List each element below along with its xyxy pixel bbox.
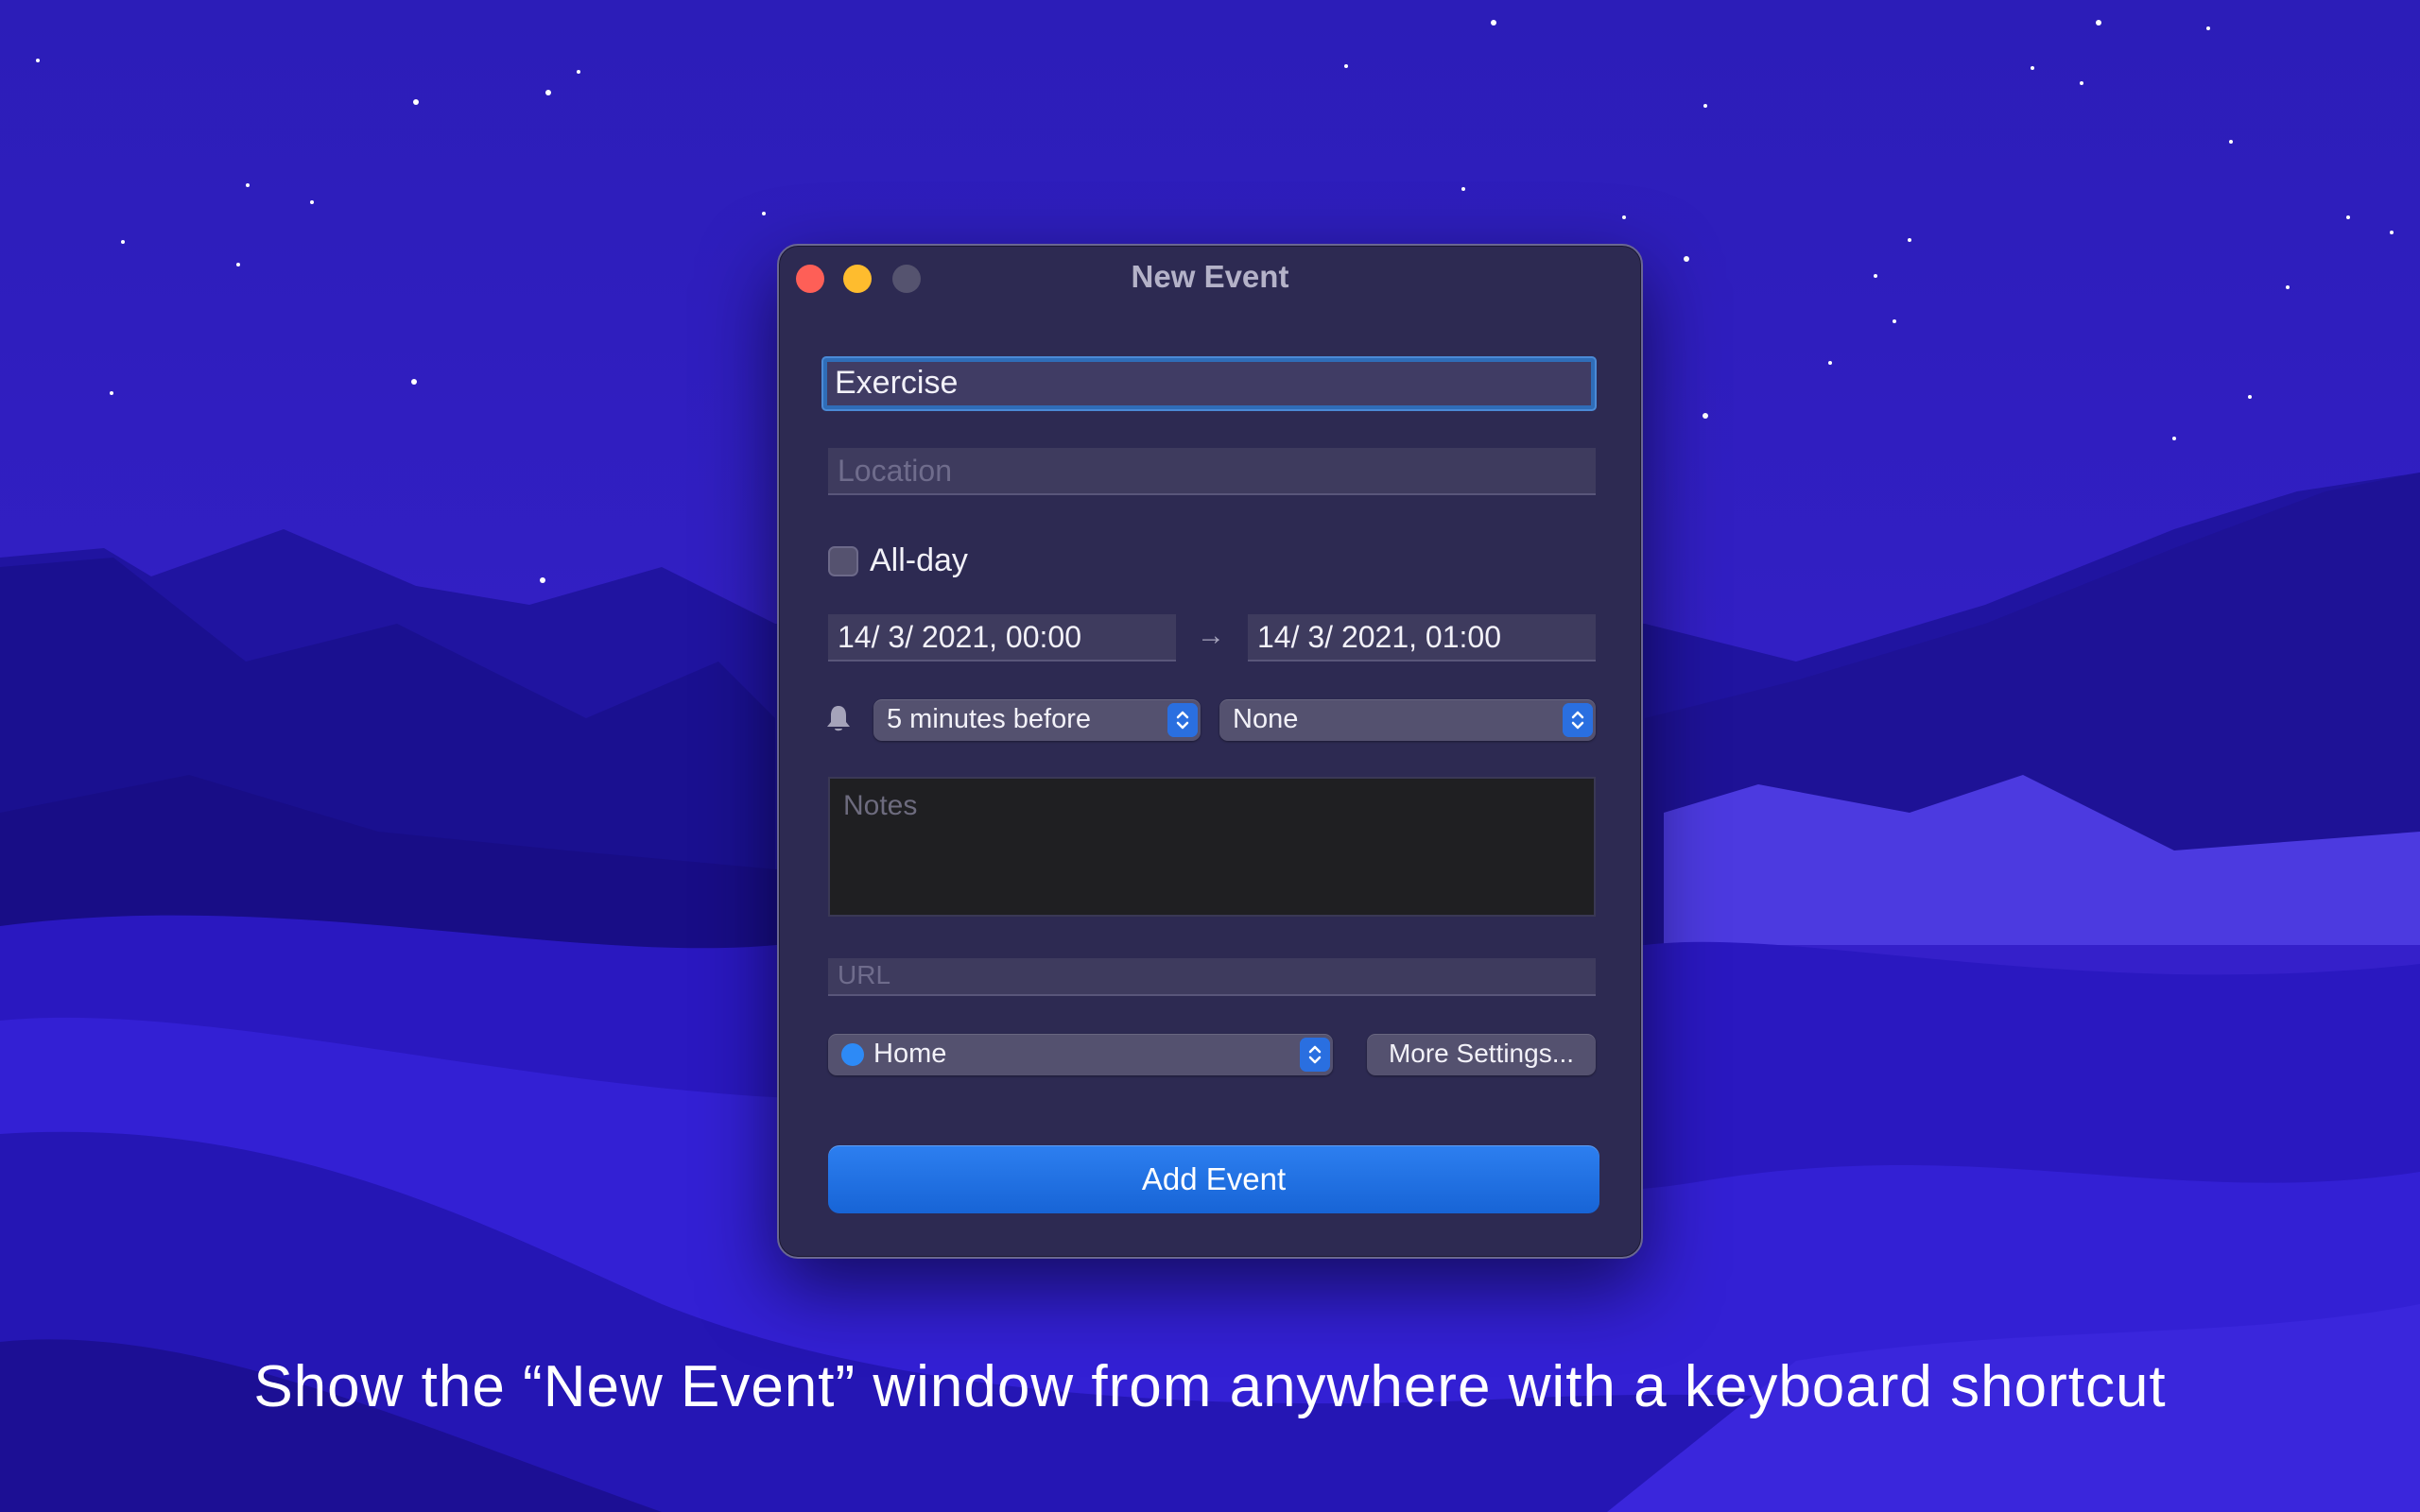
window-title: New Event xyxy=(1131,259,1289,294)
alert-popup[interactable]: 5 minutes before xyxy=(873,699,1201,741)
event-title-input[interactable]: Exercise xyxy=(821,356,1597,411)
all-day-label: All-day xyxy=(870,542,968,578)
start-date-picker[interactable]: 14/ 3/ 2021, 00:00 xyxy=(828,614,1176,662)
more-settings-button[interactable]: More Settings... xyxy=(1367,1034,1596,1075)
alert-selected-value: 5 minutes before xyxy=(887,704,1092,734)
location-placeholder: Location xyxy=(838,454,952,488)
location-input[interactable]: Location xyxy=(828,448,1596,495)
new-event-window: New Event Exercise Location All-day 14/ … xyxy=(777,244,1643,1259)
notes-textarea[interactable]: Notes xyxy=(828,777,1596,917)
right-arrow-icon: → xyxy=(1197,620,1225,651)
add-event-button[interactable]: Add Event xyxy=(828,1145,1599,1213)
url-input[interactable]: URL xyxy=(828,958,1596,996)
url-placeholder: URL xyxy=(838,960,891,989)
title-bar[interactable]: New Event xyxy=(779,246,1641,312)
chevron-up-down-icon xyxy=(1167,703,1198,737)
calendar-color-dot xyxy=(841,1043,864,1066)
promo-caption: Show the “New Event” window from anywher… xyxy=(253,1354,2167,1419)
second-alert-popup[interactable]: None xyxy=(1219,699,1596,741)
end-date-picker[interactable]: 14/ 3/ 2021, 01:00 xyxy=(1248,614,1596,662)
all-day-checkbox[interactable] xyxy=(828,546,858,576)
second-alert-selected-value: None xyxy=(1233,704,1299,734)
bell-icon xyxy=(827,706,850,731)
chevron-up-down-icon xyxy=(1300,1038,1330,1072)
chevron-up-down-icon xyxy=(1563,703,1593,737)
notes-placeholder: Notes xyxy=(843,790,918,821)
calendar-popup[interactable]: Home xyxy=(828,1034,1333,1075)
calendar-selected-value: Home xyxy=(873,1039,947,1069)
